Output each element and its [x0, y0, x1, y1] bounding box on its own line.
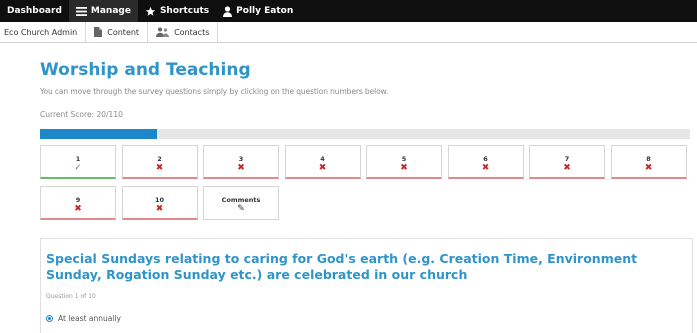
question-button-2[interactable]: 2 ✖ — [121, 145, 198, 179]
question-counter: Question 1 of 10 — [46, 293, 96, 300]
tray-contacts-link[interactable]: Contacts — [148, 22, 219, 42]
page-title: Worship and Teaching — [40, 60, 251, 80]
cross-icon: ✖ — [400, 163, 408, 173]
cross-icon: ✖ — [481, 163, 490, 173]
edit-icon: ✎ — [237, 204, 245, 214]
question-number: 6 — [483, 155, 488, 163]
question-button-comments[interactable]: Comments ✎ — [203, 186, 279, 220]
question-button-8[interactable]: 8 ✖ — [610, 145, 687, 179]
question-number: 2 — [157, 155, 162, 163]
toolbar-shortcuts[interactable]: Shortcuts — [138, 0, 216, 22]
question-number: 1 — [75, 155, 81, 163]
cross-icon: ✖ — [563, 163, 571, 173]
star-icon — [145, 6, 156, 17]
answer-option-annually[interactable]: At least annually — [46, 314, 121, 323]
shortcuts-label: Shortcuts — [159, 6, 210, 16]
cross-icon: ✖ — [644, 163, 653, 173]
question-number: 3 — [238, 155, 244, 163]
toolbar-manage[interactable]: Manage — [68, 0, 138, 22]
contacts-label: Contacts — [174, 27, 210, 37]
cross-icon: ✖ — [318, 163, 327, 173]
dashboard-label: Dashboard — [7, 6, 62, 16]
question-button-9[interactable]: 9 ✖ — [40, 186, 116, 220]
manage-label: Manage — [90, 6, 131, 16]
tray-content-link[interactable]: Content — [86, 22, 149, 42]
score-value: 20/110 — [96, 110, 123, 119]
admin-toolbar: Dashboard Manage Shortcuts Polly Eaton — [0, 0, 697, 22]
question-button-7[interactable]: 7 ✖ — [529, 145, 605, 179]
people-icon — [156, 27, 170, 37]
content-label: Content — [107, 27, 140, 37]
radio-selected[interactable] — [46, 315, 53, 322]
intro-text: You can move through the survey question… — [40, 87, 389, 96]
cross-icon: ✖ — [155, 163, 164, 173]
toolbar-user[interactable]: Polly Eaton — [216, 0, 300, 22]
question-number: 8 — [646, 155, 651, 163]
question-button-5[interactable]: 5 ✖ — [366, 145, 442, 179]
hamburger-icon — [75, 6, 87, 16]
question-number: Comments — [221, 196, 261, 204]
question-number: 9 — [75, 196, 81, 204]
current-score: Current Score: 20/110 — [40, 110, 123, 119]
score-progress-bar — [40, 129, 690, 139]
user-icon — [223, 5, 233, 17]
question-button-1[interactable]: 1 ✓ — [40, 145, 116, 179]
user-name: Polly Eaton — [236, 6, 294, 16]
document-icon — [94, 27, 103, 37]
question-title: Special Sundays relating to caring for G… — [46, 251, 638, 282]
question-number: 10 — [154, 196, 165, 204]
cross-icon: ✖ — [74, 204, 82, 214]
score-label: Current Score: — [40, 110, 97, 119]
progress-fill — [40, 129, 157, 139]
toolbar-dashboard[interactable]: Dashboard — [0, 0, 69, 22]
question-button-10[interactable]: 10 ✖ — [121, 186, 198, 220]
tray-site-link[interactable]: Eco Church Admin — [0, 22, 87, 42]
cross-icon: ✖ — [155, 204, 164, 214]
check-icon: ✓ — [74, 163, 82, 173]
cross-icon: ✖ — [237, 163, 245, 173]
question-number: 5 — [401, 155, 407, 163]
question-button-4[interactable]: 4 ✖ — [284, 145, 361, 179]
question-number: 4 — [320, 155, 325, 163]
question-number: 7 — [564, 155, 570, 163]
answer-label: At least annually — [58, 314, 121, 323]
question-button-6[interactable]: 6 ✖ — [447, 145, 524, 179]
question-button-3[interactable]: 3 ✖ — [203, 145, 279, 179]
toolbar-tray: Eco Church Admin Content Contacts — [0, 22, 697, 43]
site-label: Eco Church Admin — [4, 27, 78, 37]
